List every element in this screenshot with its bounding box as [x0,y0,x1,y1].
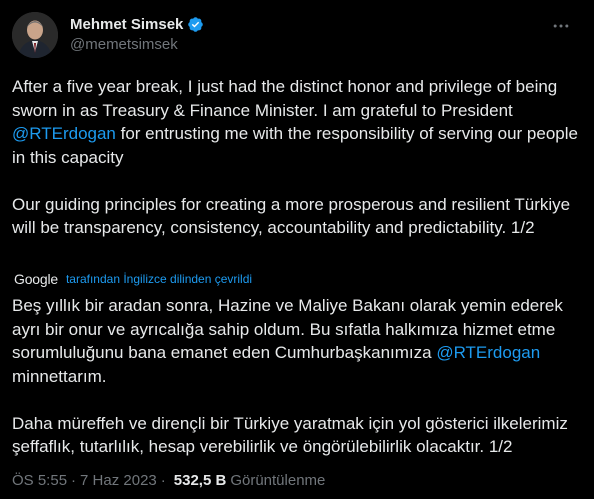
translated-paragraph-1: Beş yıllık bir aradan sonra, Hazine ve M… [12,294,584,388]
original-paragraph-2: Our guiding principles for creating a mo… [12,194,571,238]
verified-badge-icon [187,16,204,33]
tweet-meta: ÖS 5:55 · 7 Haz 2023 · 532,5 B Görüntüle… [12,472,325,489]
views-label: Görüntülenme [230,472,326,489]
translated-text: Beş yıllık bir aradan sonra, Hazine ve M… [12,294,584,459]
translated-text-segment: minnettarım. [12,366,107,386]
tweet-header: Mehmet Simsek @memetsimsek [12,12,582,60]
original-text-segment: After a five year break, I just had the … [12,77,558,120]
original-paragraph-1: After a five year break, I just had the … [12,75,584,169]
display-name[interactable]: Mehmet Simsek [70,16,183,33]
tweet-time[interactable]: ÖS 5:55 [12,472,67,489]
meta-separator: · [71,472,77,489]
handle[interactable]: @memetsimsek [70,36,204,53]
views-count[interactable]: 532,5 B [174,472,227,489]
meta-separator: · [160,472,166,489]
mention-link[interactable]: @RTErdogan [12,124,116,143]
translation-attribution: Google tarafından İngilizce dilinden çev… [14,271,252,287]
avatar[interactable] [12,12,58,58]
translated-paragraph-2: Daha müreffeh ve dirençli bir Türkiye ya… [12,413,568,457]
avatar-photo [12,12,58,58]
author-info: Mehmet Simsek @memetsimsek [70,16,204,53]
translation-source-link[interactable]: tarafından İngilizce dilinden çevrildi [66,272,252,286]
tweet-date[interactable]: 7 Haz 2023 [80,472,157,489]
tweet-text: After a five year break, I just had the … [12,75,584,240]
mention-link[interactable]: @RTErdogan [436,343,540,362]
google-logo: Google [14,271,58,287]
more-options-icon[interactable] [548,16,574,36]
